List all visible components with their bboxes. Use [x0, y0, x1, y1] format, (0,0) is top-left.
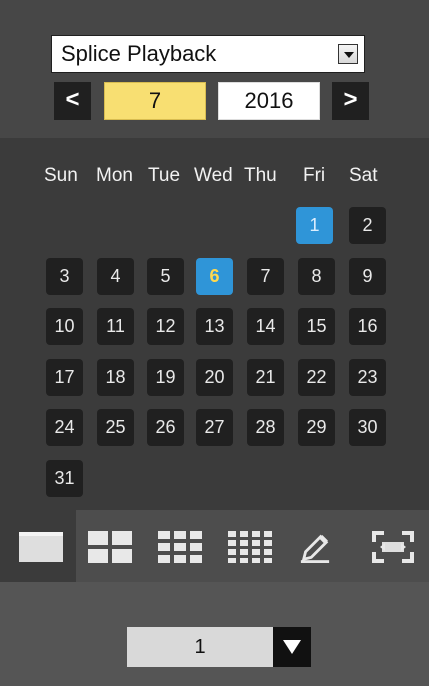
calendar-day-6[interactable]: 6	[196, 258, 233, 295]
calendar-day-9[interactable]: 9	[349, 258, 386, 295]
calendar-day-14[interactable]: 14	[247, 308, 284, 345]
calendar-day-5[interactable]: 5	[147, 258, 184, 295]
page-dropdown-arrow-icon[interactable]	[273, 627, 311, 667]
calendar-day-10[interactable]: 10	[46, 308, 83, 345]
single-view-icon[interactable]	[18, 531, 64, 563]
page-selection-area: 1	[0, 582, 429, 686]
page-select-value: 1	[194, 636, 206, 658]
calendar-day-7[interactable]: 7	[247, 258, 284, 295]
calendar-day-1[interactable]: 1	[296, 207, 333, 244]
calendar-day-22[interactable]: 22	[298, 359, 335, 396]
playback-panel: Splice Playback < 7 2016 > Sun Mon Tue W…	[0, 0, 429, 686]
calendar-day-21[interactable]: 21	[247, 359, 284, 396]
weekday-sunday: Sun	[44, 165, 78, 186]
sixteen-window-icon[interactable]	[228, 531, 272, 563]
weekday-thursday: Thu	[244, 165, 277, 186]
page-select[interactable]: 1	[127, 627, 311, 667]
dropdown-arrow-icon[interactable]	[338, 44, 358, 64]
year-field[interactable]: 2016	[218, 82, 320, 120]
calendar-day-24[interactable]: 24	[46, 409, 83, 446]
calendar-day-31[interactable]: 31	[46, 460, 83, 497]
calendar-day-12[interactable]: 12	[147, 308, 184, 345]
layout-toolbar	[0, 510, 429, 582]
four-window-icon[interactable]	[88, 531, 132, 563]
calendar-grid: Sun Mon Tue Wed Thu Fri Sat 1 2 3 4 5 6 …	[0, 138, 429, 510]
nine-window-icon[interactable]	[158, 531, 202, 563]
calendar-day-25[interactable]: 25	[97, 409, 134, 446]
calendar-day-30[interactable]: 30	[349, 409, 386, 446]
calendar-day-8[interactable]: 8	[298, 258, 335, 295]
calendar-day-13[interactable]: 13	[196, 308, 233, 345]
fullscreen-icon[interactable]	[372, 531, 414, 563]
calendar-day-20[interactable]: 20	[196, 359, 233, 396]
weekday-friday: Fri	[303, 165, 326, 186]
calendar-day-11[interactable]: 11	[97, 308, 134, 345]
calendar-day-2[interactable]: 2	[349, 207, 386, 244]
calendar-day-16[interactable]: 16	[349, 308, 386, 345]
calendar-day-27[interactable]: 27	[196, 409, 233, 446]
weekday-monday: Mon	[96, 165, 133, 186]
playback-mode-value: Splice Playback	[61, 41, 217, 66]
edit-icon[interactable]	[296, 531, 334, 563]
previous-month-button[interactable]: <	[54, 82, 91, 120]
calendar-day-15[interactable]: 15	[298, 308, 335, 345]
calendar-day-4[interactable]: 4	[97, 258, 134, 295]
month-field[interactable]: 7	[104, 82, 206, 120]
weekday-tuesday: Tue	[148, 165, 181, 186]
calendar-day-28[interactable]: 28	[247, 409, 284, 446]
weekday-wednesday: Wed	[194, 165, 233, 186]
calendar-day-17[interactable]: 17	[46, 359, 83, 396]
calendar-day-29[interactable]: 29	[298, 409, 335, 446]
weekday-saturday: Sat	[349, 165, 378, 186]
calendar-day-26[interactable]: 26	[147, 409, 184, 446]
playback-header: Splice Playback < 7 2016 >	[0, 0, 429, 138]
calendar-day-3[interactable]: 3	[46, 258, 83, 295]
next-month-button[interactable]: >	[332, 82, 369, 120]
calendar-day-19[interactable]: 19	[147, 359, 184, 396]
calendar-day-18[interactable]: 18	[97, 359, 134, 396]
calendar-day-23[interactable]: 23	[349, 359, 386, 396]
playback-mode-select[interactable]: Splice Playback	[51, 35, 365, 73]
